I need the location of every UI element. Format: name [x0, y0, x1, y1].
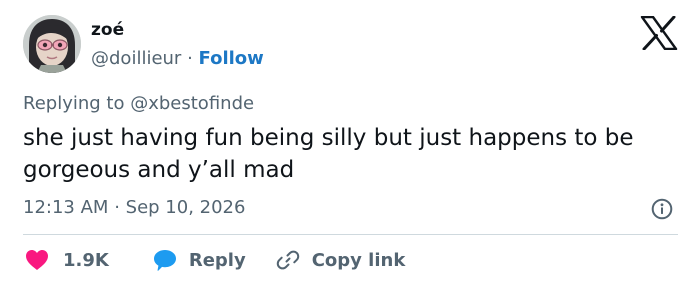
copy-link-button[interactable]: Copy link	[276, 248, 406, 272]
reply-button[interactable]: Reply	[153, 248, 246, 272]
tweet-date: Sep 10, 2026	[125, 197, 246, 218]
tweet-actions: 1.9K Reply Copy link	[25, 246, 405, 274]
copy-link-label: Copy link	[311, 249, 406, 271]
info-icon[interactable]	[651, 198, 673, 220]
like-count: 1.9K	[63, 249, 109, 271]
avatar[interactable]	[23, 15, 81, 73]
user-handle[interactable]: @doillieur	[91, 48, 181, 69]
reply-label: Reply	[188, 249, 246, 271]
handle-row: @doillieur · Follow	[91, 48, 264, 69]
timestamp-separator: ·	[114, 197, 120, 218]
like-button[interactable]: 1.9K	[25, 249, 109, 271]
x-logo-icon[interactable]	[640, 15, 678, 51]
reply-context: Replying to @xbestofinde	[23, 93, 254, 114]
tweet-timestamp[interactable]: 12:13 AM · Sep 10, 2026	[23, 197, 245, 218]
heart-icon	[26, 250, 48, 270]
reply-context-prefix: Replying to	[23, 93, 125, 114]
tweet-text: she just having fun being silly but just…	[23, 125, 634, 183]
avatar-image	[23, 15, 81, 73]
follow-button[interactable]: Follow	[199, 48, 264, 69]
divider	[23, 234, 678, 235]
display-name[interactable]: zoé	[91, 20, 124, 40]
link-icon	[276, 250, 299, 270]
handle-separator: ·	[187, 48, 193, 69]
speech-bubble-icon	[153, 250, 176, 271]
tweet-time: 12:13 AM	[23, 197, 109, 218]
reply-context-handle[interactable]: @xbestofinde	[130, 93, 254, 114]
